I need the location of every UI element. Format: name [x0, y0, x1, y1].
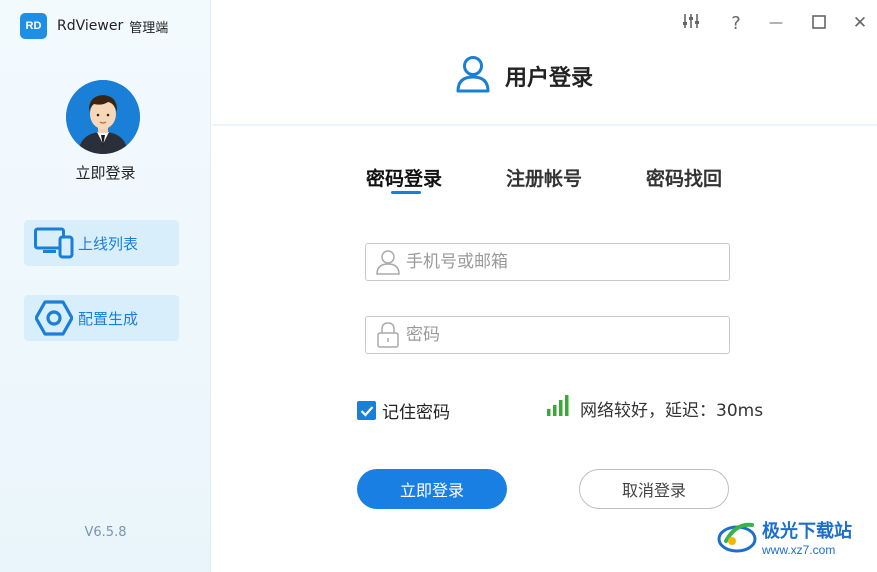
hexagon-config-icon	[32, 295, 76, 341]
network-status: 网络较好，延迟：30ms	[546, 395, 763, 421]
watermark-url: www.xz7.com	[762, 542, 836, 557]
page-title-text: 用户登录	[505, 66, 594, 91]
network-status-text: 网络较好，延迟：30ms	[580, 400, 764, 421]
account-field[interactable]	[365, 243, 730, 281]
password-input[interactable]	[406, 317, 729, 353]
minimize-icon: —	[769, 15, 783, 31]
account-input[interactable]	[406, 244, 729, 280]
watermark-title: 极光下载站	[762, 520, 852, 542]
checkbox-checked-icon	[357, 401, 376, 420]
version-label: V6.5.8	[84, 525, 127, 540]
devices-icon	[32, 220, 76, 266]
remember-password-label: 记住密码	[382, 403, 450, 423]
maximize-icon	[812, 13, 826, 34]
watermark: 极光下载站 www.xz7.com	[716, 519, 852, 559]
user-icon	[455, 55, 491, 97]
login-button[interactable]: 立即登录	[357, 469, 507, 509]
maximize-button[interactable]	[808, 12, 830, 34]
active-tab-indicator	[391, 191, 421, 194]
app-name: RdViewer	[57, 18, 124, 34]
app-subtitle: 管理端	[129, 20, 169, 36]
signal-strength-icon	[546, 395, 570, 421]
avatar[interactable]	[66, 80, 140, 154]
sidebar-item-label: 上线列表	[78, 234, 139, 253]
close-button[interactable]: ✕	[849, 12, 871, 34]
sliders-icon	[682, 12, 700, 35]
sidebar-item-label: 配置生成	[78, 309, 139, 328]
minimize-button[interactable]: —	[765, 12, 787, 34]
app-logo: RD	[20, 13, 47, 39]
page-title: 用户登录	[455, 55, 593, 97]
help-button[interactable]: ?	[725, 12, 747, 34]
sidebar-item-online-list[interactable]: 上线列表	[24, 220, 179, 266]
cancel-login-button[interactable]: 取消登录	[579, 469, 729, 509]
sidebar-item-config-gen[interactable]: 配置生成	[24, 295, 179, 341]
sidebar-login-label[interactable]: 立即登录	[0, 162, 211, 183]
close-icon: ✕	[852, 13, 868, 33]
lock-icon	[370, 321, 406, 349]
tab-password-recovery[interactable]: 密码找回	[646, 164, 722, 191]
password-field[interactable]	[365, 316, 730, 354]
remember-password-checkbox[interactable]: 记住密码	[357, 398, 450, 423]
settings-button[interactable]	[680, 12, 702, 34]
app-brand: RD RdViewer 管理端	[20, 13, 168, 39]
user-outline-icon	[370, 249, 406, 275]
watermark-logo-icon	[716, 519, 758, 559]
question-icon: ?	[731, 12, 741, 34]
sidebar: RD RdViewer 管理端 立即登录 上线列表 配置生成 V6.5.8	[0, 0, 211, 572]
tab-password-login[interactable]: 密码登录	[366, 164, 442, 191]
tab-register[interactable]: 注册帐号	[506, 164, 582, 191]
